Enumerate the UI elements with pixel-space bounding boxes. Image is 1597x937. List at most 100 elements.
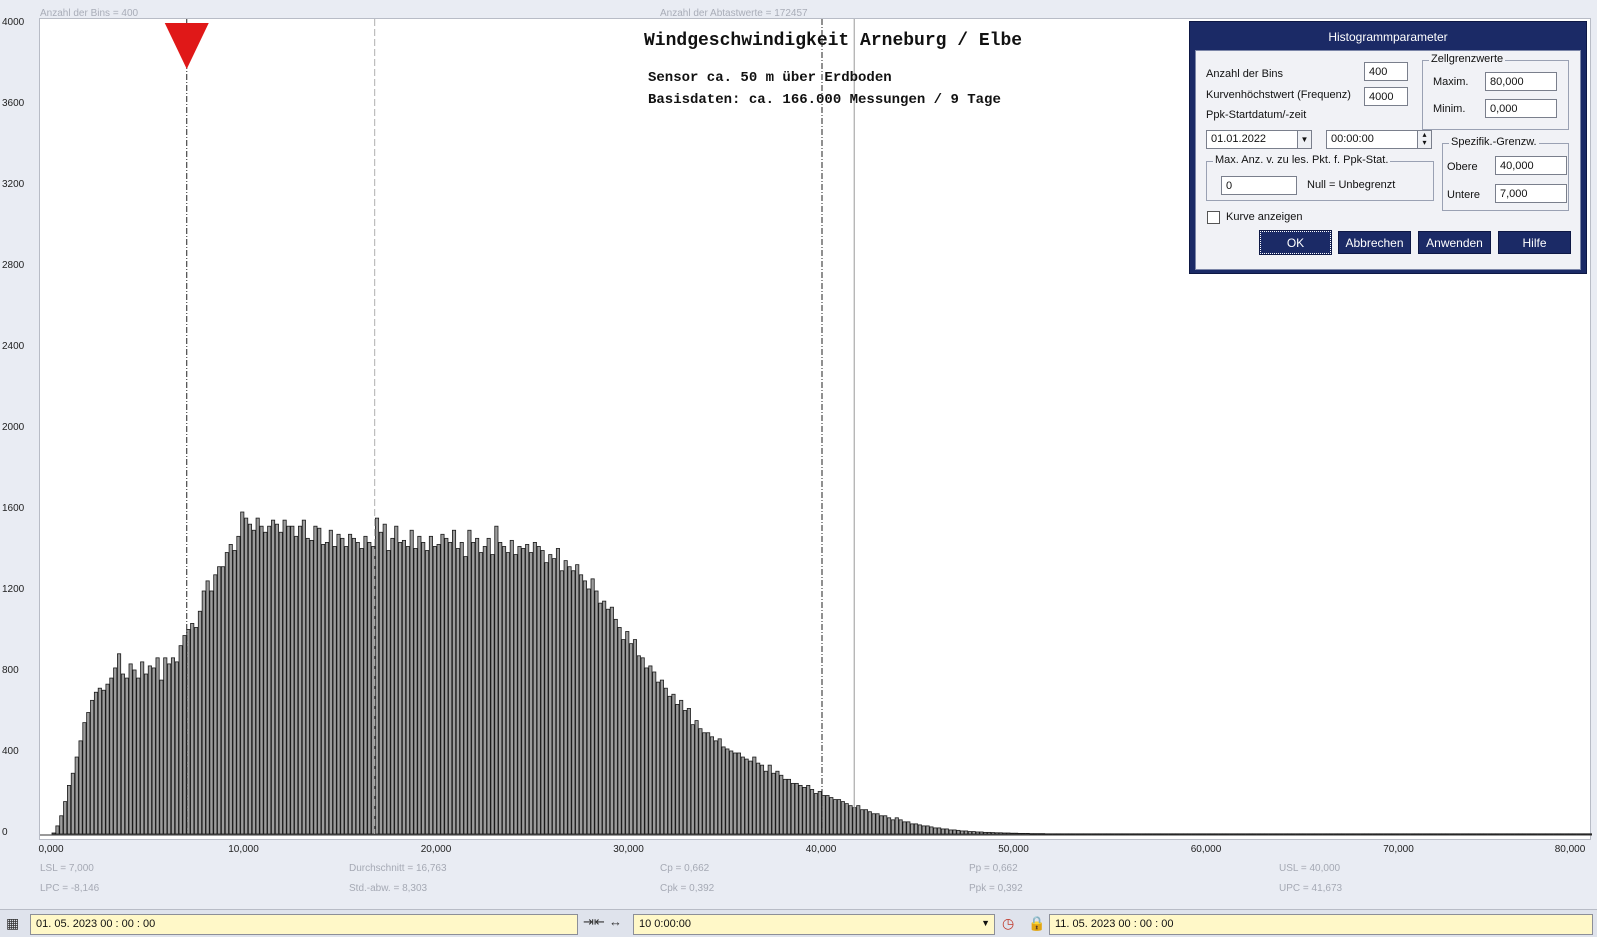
histogram-bar [1102,833,1107,835]
lsl-marker-icon[interactable] [164,23,209,69]
y-tick-label: 1600 [2,503,25,514]
histogram-bar [1291,833,1296,835]
histogram-bar [1503,833,1508,835]
lower-limit-input[interactable] [1495,184,1567,203]
histogram-bar [521,548,526,835]
apply-button[interactable]: Anwenden [1418,231,1491,254]
lock-icon[interactable]: 🔒 [1028,915,1045,932]
histogram-bar [444,537,449,835]
histogram-bar [351,537,356,835]
ppk-time-spinner[interactable]: 00:00:00 ▴ ▾ [1326,130,1432,149]
histogram-bar [1464,833,1469,835]
histogram-bar [1206,833,1211,835]
histogram-bar [1472,833,1477,835]
histogram-bar [1083,833,1088,835]
histogram-bar [251,529,256,835]
histogram-bar [459,542,464,835]
end-date-input[interactable]: 11. 05. 2023 00 : 00 : 00 [1049,914,1593,935]
unlimited-hint: Null = Unbegrenzt [1307,179,1396,191]
histogram-bar [921,825,926,835]
histogram-bar [167,663,172,835]
histogram-bar [679,699,684,835]
histogram-bar [394,525,399,835]
histogram-bar [956,829,961,835]
chevron-down-icon[interactable]: ▼ [1297,131,1311,148]
start-date-input[interactable]: 01. 05. 2023 00 : 00 : 00 [30,914,578,935]
stat-ppk: Ppk = 0,392 [969,883,1023,894]
max-input[interactable] [1485,72,1557,91]
ppk-date-select[interactable]: 01.01.2022 ▼ [1206,130,1312,149]
histogram-bar [348,533,353,835]
histogram-bar [1441,833,1446,835]
histogram-bar [101,689,106,835]
histogram-bar [224,552,229,835]
histogram-bar [274,523,279,835]
histogram-bar [1556,833,1561,835]
histogram-bar [240,511,245,835]
histogram-bar [1356,833,1361,835]
histogram-bar [355,542,360,835]
histogram-bar [752,756,757,835]
upper-limit-input[interactable] [1495,156,1567,175]
stat-lsl: LSL = 7,000 [40,863,94,874]
histogram-bar [213,574,218,835]
histogram-bar [1391,833,1396,835]
histogram-bar [671,693,676,835]
clock-icon[interactable]: ◷ [1002,915,1014,932]
histogram-bar [582,580,587,835]
help-button[interactable]: Hilfe [1498,231,1571,254]
histogram-bar [340,537,345,835]
histogram-bar [178,645,183,835]
histogram-bar [698,728,703,835]
histogram-bar [767,764,772,835]
histogram-bar [513,554,518,835]
histogram-bar [925,825,930,835]
expand-range-icon[interactable]: ↔ [609,914,622,929]
histogram-bar [686,708,691,835]
histogram-bar [848,805,853,835]
histogram-bar [1164,833,1169,835]
min-input[interactable] [1485,99,1557,118]
y-tick-label: 4000 [2,17,25,28]
spinner-arrows-icon[interactable]: ▴ ▾ [1417,131,1431,148]
interval-select[interactable]: 10 0:00:00 ▼ [633,914,995,935]
histogram-bar [1576,833,1581,835]
end-date-value: 11. 05. 2023 00 : 00 : 00 [1055,918,1174,930]
histogram-bar [1202,833,1207,835]
cancel-button[interactable]: Abbrechen [1338,231,1411,254]
calendar-icon[interactable]: ▦ [6,915,19,932]
histogram-bar [451,529,457,835]
histogram-bar [998,832,1003,835]
histogram-bar [840,801,845,835]
max-label: Maxim. [1433,76,1469,88]
histogram-bar [798,785,803,835]
histogram-bar [105,683,110,835]
y-tick-label: 2400 [2,341,25,352]
histogram-bar [656,681,661,835]
curve-max-input[interactable] [1364,87,1408,106]
histogram-bar [590,578,595,835]
show-curve-checkbox[interactable] [1207,211,1220,224]
upper-label: Obere [1447,161,1478,173]
step-back-icon[interactable]: ⇥⇤ [583,914,605,930]
histogram-bar [617,627,622,835]
histogram-bar [906,821,911,835]
histogram-bar [575,564,580,835]
max-points-input[interactable] [1221,176,1297,195]
stat-std: Std.-abw. = 8,303 [349,883,428,894]
histogram-bar [1306,833,1311,835]
histogram-bar [1141,833,1146,835]
histogram-bar [1268,833,1273,835]
histogram-bar [1329,833,1334,835]
histogram-bar [636,655,641,835]
histogram-bar [336,533,341,835]
bins-input[interactable] [1364,62,1408,81]
histogram-bar [810,789,815,835]
histogram-bar [548,554,553,835]
time-range-bar: ▦ 01. 05. 2023 00 : 00 : 00 ⇥⇤ ↔ 10 0:00… [0,909,1597,937]
ok-button[interactable]: OK [1259,230,1332,255]
histogram-bar [1449,833,1454,835]
histogram-bar [359,548,364,835]
histogram-bar [1071,833,1076,835]
chevron-down-icon[interactable]: ▼ [981,918,990,928]
